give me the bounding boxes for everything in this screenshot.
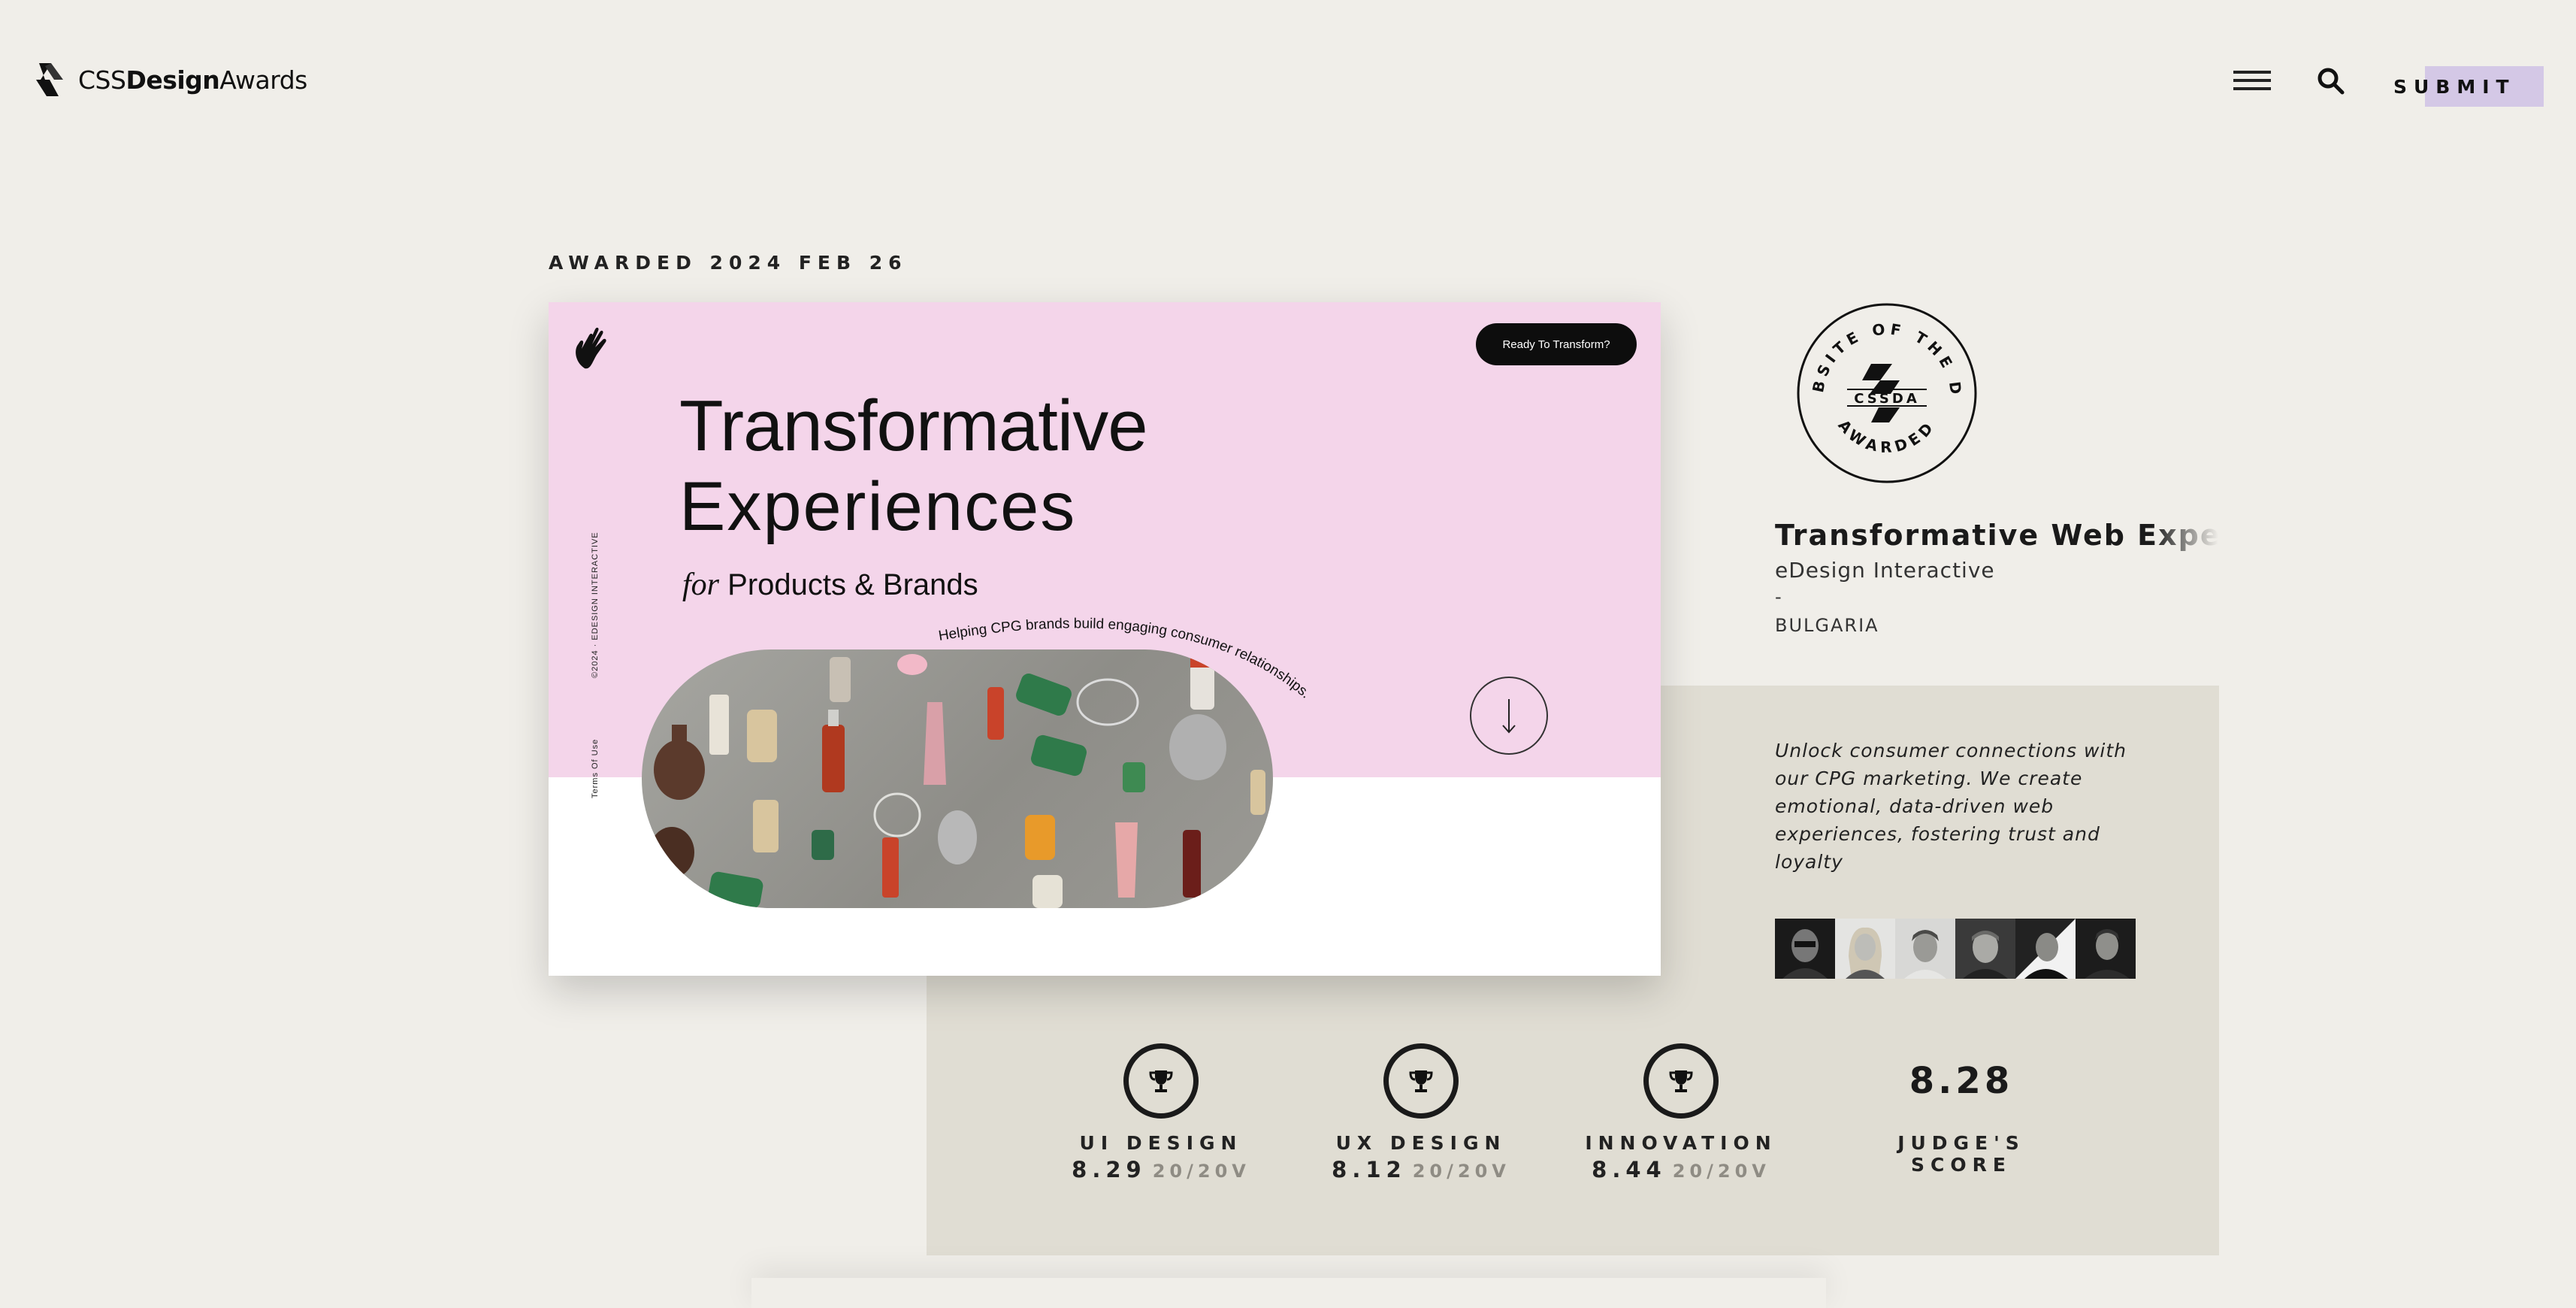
trophy-icon	[1123, 1043, 1199, 1119]
score-ui-design: UI DESIGN 8.29 20/20V	[1052, 1043, 1270, 1182]
judges-score-label: JUDGE'S SCORE	[1897, 1132, 2025, 1176]
award-date: AWARDED 2024 FEB 26	[549, 252, 908, 274]
svg-text:CSSDA: CSSDA	[1854, 391, 1920, 407]
country: BULGARIA	[1775, 615, 1879, 636]
site-description: Unlock consumer connections with our CPG…	[1775, 740, 2127, 873]
judges-avatars	[1775, 919, 2136, 979]
separator-dash: -	[1775, 586, 1782, 607]
site-title[interactable]: Transformative Web Experiences	[1775, 519, 2218, 559]
cssda-logo-icon	[36, 63, 63, 96]
product-photo	[642, 649, 1273, 908]
score-innovation: INNOVATION 8.44 20/20V	[1572, 1043, 1790, 1182]
judge-avatar[interactable]	[2076, 919, 2136, 979]
judge-avatar[interactable]	[1955, 919, 2015, 979]
judge-avatar[interactable]	[1775, 919, 1835, 979]
judges-score: 8.28 JUDGE'S SCORE	[1849, 1043, 2074, 1176]
score-ux-design: UX DESIGN 8.12 20/20V	[1312, 1043, 1530, 1182]
judge-avatar[interactable]	[2015, 919, 2076, 979]
submit-button[interactable]: SUBMIT	[2393, 66, 2544, 107]
screenshot-headline-2: Experiences	[679, 468, 1077, 545]
hamburger-menu-icon[interactable]	[2233, 71, 2271, 93]
trophy-icon	[1643, 1043, 1719, 1119]
website-of-the-day-badge: WEBSITE OF THE DAY AWARDED CSSDA	[1796, 302, 1977, 483]
trophy-icon	[1383, 1043, 1459, 1119]
screenshot-vertical-text: Terms Of Use ©2024 · EDESIGN INTERACTIVE	[591, 531, 600, 798]
judge-avatar[interactable]	[1895, 919, 1955, 979]
scroll-down-icon	[1470, 677, 1548, 755]
site-logo[interactable]: CSSDesignAwards	[29, 59, 307, 101]
search-icon[interactable]	[2316, 66, 2346, 96]
brand-name: CSSDesignAwards	[78, 65, 307, 95]
site-screenshot[interactable]: Ready To Transform? Transformative Exper…	[549, 302, 1661, 976]
screenshot-cta-button: Ready To Transform?	[1476, 323, 1637, 365]
screenshot-headline-1: Transformative	[679, 386, 1148, 466]
judge-avatar[interactable]	[1835, 919, 1895, 979]
agency-name[interactable]: eDesign Interactive	[1775, 558, 1995, 583]
hand-icon	[576, 327, 606, 369]
judges-score-value: 8.28	[1909, 1060, 2014, 1102]
next-card-shadow	[751, 1278, 1826, 1308]
